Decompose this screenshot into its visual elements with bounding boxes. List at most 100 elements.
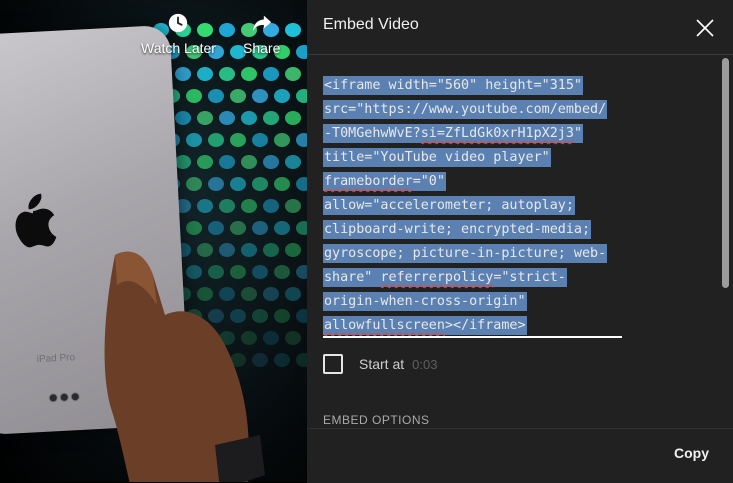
led-dot xyxy=(263,199,279,213)
led-dot xyxy=(296,89,307,103)
led-dot xyxy=(263,155,279,169)
panel-scrollbar[interactable] xyxy=(722,58,729,288)
led-dot xyxy=(197,111,213,125)
device-label: iPad Pro xyxy=(36,352,76,366)
close-icon xyxy=(696,19,714,37)
led-dot xyxy=(252,89,268,103)
led-dot xyxy=(219,67,235,81)
led-dot xyxy=(296,265,307,279)
led-dot xyxy=(296,133,307,147)
code-line: ="0" xyxy=(412,174,445,189)
led-dot xyxy=(285,243,301,257)
led-dot xyxy=(230,221,246,235)
video-player[interactable]: iPad Pro Watch Later Share xyxy=(0,0,307,482)
led-dot xyxy=(285,331,301,345)
code-line: src="https://www.youtube.com/embed/ xyxy=(323,100,608,119)
led-dot xyxy=(208,89,224,103)
embed-options-heading: EMBED OPTIONS xyxy=(323,413,430,427)
code-line: title="YouTube video player" xyxy=(323,148,551,167)
led-dot xyxy=(285,111,301,125)
led-dot xyxy=(296,177,307,191)
start-at-row: Start at 0:03 xyxy=(323,354,437,374)
led-dot xyxy=(274,133,290,147)
led-dot xyxy=(197,155,213,169)
led-dot xyxy=(285,155,301,169)
code-line: " xyxy=(573,126,582,141)
led-dot xyxy=(186,89,202,103)
led-dot xyxy=(274,221,290,235)
led-dot xyxy=(274,309,290,323)
panel-footer: Copy xyxy=(307,428,733,483)
led-dot xyxy=(296,309,307,323)
led-dot xyxy=(230,133,246,147)
watch-later-button[interactable]: Watch Later xyxy=(141,12,216,56)
hand-image xyxy=(104,251,265,482)
led-dot xyxy=(263,287,279,301)
led-dot xyxy=(296,353,307,367)
code-line: origin-when-cross-origin" xyxy=(323,292,527,311)
led-dot xyxy=(219,111,235,125)
clock-icon xyxy=(169,13,188,33)
led-dot xyxy=(230,89,246,103)
led-dot xyxy=(175,155,191,169)
start-at-checkbox[interactable] xyxy=(323,354,343,374)
led-dot xyxy=(197,199,213,213)
code-line: ></iframe> xyxy=(444,318,526,333)
led-dot xyxy=(285,199,301,213)
share-label: Share xyxy=(243,40,281,56)
led-dot xyxy=(285,67,301,81)
led-dot xyxy=(175,67,191,81)
copy-button[interactable]: Copy xyxy=(674,445,709,461)
code-line: <iframe width="560" height="315" xyxy=(323,76,583,95)
code-spellcheck: referrerpolicy xyxy=(380,270,494,285)
led-dot xyxy=(208,221,224,235)
led-dot xyxy=(241,111,257,125)
code-spellcheck: frameborder xyxy=(324,174,413,189)
led-dot xyxy=(274,353,290,367)
share-arrow-icon xyxy=(252,15,271,32)
led-dot xyxy=(208,177,224,191)
code-spellcheck: allowfullscreen xyxy=(324,318,445,333)
led-dot xyxy=(252,221,268,235)
camera-cluster xyxy=(48,391,80,403)
led-dot xyxy=(186,221,202,235)
led-dot xyxy=(241,199,257,213)
led-dot xyxy=(241,67,257,81)
led-dot xyxy=(263,67,279,81)
led-dot xyxy=(274,89,290,103)
embed-panel: Embed Video <iframe width="560" height="… xyxy=(307,0,733,483)
code-line: share" xyxy=(324,270,381,285)
led-dot xyxy=(296,221,307,235)
code-spellcheck: si=ZfLdGk0xrH1pX2j3 xyxy=(420,126,574,141)
textarea-underline xyxy=(323,336,622,338)
led-dot xyxy=(219,23,235,37)
led-dot xyxy=(274,177,290,191)
watch-later-label: Watch Later xyxy=(141,40,216,56)
led-dot xyxy=(252,177,268,191)
panel-header: Embed Video xyxy=(307,0,733,55)
start-at-time: 0:03 xyxy=(412,356,438,372)
code-line: -T0MGehwWvE? xyxy=(324,126,421,141)
led-dot xyxy=(263,243,279,257)
share-button[interactable]: Share xyxy=(243,12,280,56)
panel-title: Embed Video xyxy=(323,16,419,33)
led-dot xyxy=(263,331,279,345)
embed-code-textarea[interactable]: <iframe width="560" height="315" src="ht… xyxy=(323,74,621,338)
led-dot xyxy=(274,265,290,279)
start-at-label: Start at xyxy=(359,356,405,372)
led-dot xyxy=(175,111,191,125)
led-dot xyxy=(186,177,202,191)
led-dot xyxy=(285,23,301,37)
close-button[interactable] xyxy=(695,18,715,38)
code-line: clipboard-write; encrypted-media; xyxy=(323,220,592,239)
code-line: ="strict- xyxy=(493,270,566,285)
code-line: allow="accelerometer; autoplay; xyxy=(323,196,575,215)
led-dot xyxy=(186,133,202,147)
led-dot xyxy=(263,111,279,125)
code-line: gyroscope; picture-in-picture; web- xyxy=(323,244,608,263)
led-dot xyxy=(219,155,235,169)
led-dot xyxy=(296,45,307,59)
embed-code: <iframe width="560" height="315" src="ht… xyxy=(323,74,621,338)
led-dot xyxy=(219,199,235,213)
led-dot xyxy=(230,177,246,191)
